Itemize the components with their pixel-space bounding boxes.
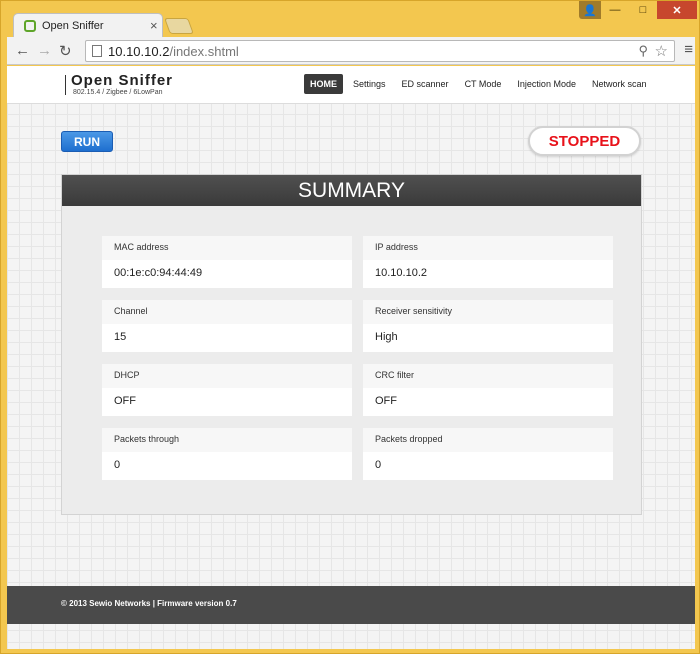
browser-toolbar: ← → ↻ 10.10.10.2/index.shtml ⚲ ☆ ≡	[7, 37, 695, 65]
address-bar[interactable]: 10.10.10.2/index.shtml ⚲ ☆	[85, 40, 675, 62]
card-value: 0	[375, 459, 382, 471]
card-value: OFF	[114, 395, 136, 407]
packets-through-card: Packets through 0	[102, 428, 352, 480]
bookmark-star-icon[interactable]: ☆	[655, 42, 668, 60]
page-icon	[92, 45, 102, 57]
logo-title: Open Sniffer	[71, 72, 174, 89]
logo-divider	[65, 75, 66, 95]
minimize-button[interactable]: —	[601, 1, 629, 19]
forward-arrow-icon[interactable]: →	[37, 42, 52, 59]
card-label: Receiver sensitivity	[363, 300, 613, 324]
url-text[interactable]: 10.10.10.2/index.shtml	[108, 44, 239, 59]
url-path: /index.shtml	[169, 44, 239, 59]
card-value: 0	[114, 459, 121, 471]
logo-subtitle: 802.15.4 / Zigbee / 6LowPan	[73, 89, 163, 96]
card-value: High	[375, 331, 398, 343]
dhcp-card: DHCP OFF	[102, 364, 352, 416]
channel-card: Channel 15	[102, 300, 352, 352]
window-controls: 👤 — □ ✕	[579, 1, 697, 21]
nav-ct-mode[interactable]: CT Mode	[459, 74, 508, 94]
tab-title: Open Sniffer	[42, 20, 104, 32]
favicon-icon	[24, 20, 36, 32]
mac-address-card: MAC address 00:1e:c0:94:44:49	[102, 236, 352, 288]
reload-icon[interactable]: ↻	[59, 42, 72, 60]
nav-home[interactable]: HOME	[304, 74, 343, 94]
close-tab-icon[interactable]: ×	[150, 18, 158, 33]
run-button[interactable]: RUN	[61, 131, 113, 152]
zoom-icon[interactable]: ⚲	[638, 43, 648, 59]
web-page: Open Sniffer 802.15.4 / Zigbee / 6LowPan…	[7, 66, 695, 649]
nav-settings[interactable]: Settings	[347, 74, 392, 94]
back-arrow-icon[interactable]: ←	[15, 42, 30, 59]
ip-address-card: IP address 10.10.10.2	[363, 236, 613, 288]
packets-dropped-card: Packets dropped 0	[363, 428, 613, 480]
nav-injection-mode[interactable]: Injection Mode	[511, 74, 582, 94]
browser-tab[interactable]: Open Sniffer ×	[13, 13, 163, 39]
summary-title: SUMMARY	[62, 175, 641, 206]
nav-network-scan[interactable]: Network scan	[586, 74, 653, 94]
new-tab-button[interactable]	[164, 18, 194, 34]
site-footer: © 2013 Sewio Networks | Firmware version…	[7, 586, 695, 624]
browser-window: Open Sniffer × 👤 — □ ✕ ← → ↻ 10.10.10.2/…	[0, 0, 700, 654]
card-label: CRC filter	[363, 364, 613, 388]
maximize-button[interactable]: □	[629, 1, 657, 19]
close-window-button[interactable]: ✕	[657, 1, 697, 19]
card-label: Packets through	[102, 428, 352, 452]
card-value: 00:1e:c0:94:44:49	[114, 267, 203, 279]
footer-text: © 2013 Sewio Networks | Firmware version…	[61, 599, 237, 608]
menu-icon[interactable]: ≡	[684, 41, 693, 58]
nav-ed-scanner[interactable]: ED scanner	[396, 74, 455, 94]
card-label: IP address	[363, 236, 613, 260]
user-icon[interactable]: 👤	[579, 1, 601, 19]
card-value: OFF	[375, 395, 397, 407]
tab-strip: Open Sniffer × 👤 — □ ✕	[1, 1, 700, 39]
card-label: MAC address	[102, 236, 352, 260]
status-badge: STOPPED	[528, 126, 641, 156]
card-label: DHCP	[102, 364, 352, 388]
summary-panel: SUMMARY MAC address 00:1e:c0:94:44:49 IP…	[61, 174, 642, 515]
card-value: 15	[114, 331, 127, 343]
receiver-sensitivity-card: Receiver sensitivity High	[363, 300, 613, 352]
card-value: 10.10.10.2	[375, 267, 427, 279]
card-label: Packets dropped	[363, 428, 613, 452]
crc-filter-card: CRC filter OFF	[363, 364, 613, 416]
url-host: 10.10.10.2	[108, 44, 170, 59]
card-label: Channel	[102, 300, 352, 324]
main-nav: HOME Settings ED scanner CT Mode Injecti…	[304, 74, 657, 94]
site-header: Open Sniffer 802.15.4 / Zigbee / 6LowPan…	[7, 66, 695, 104]
